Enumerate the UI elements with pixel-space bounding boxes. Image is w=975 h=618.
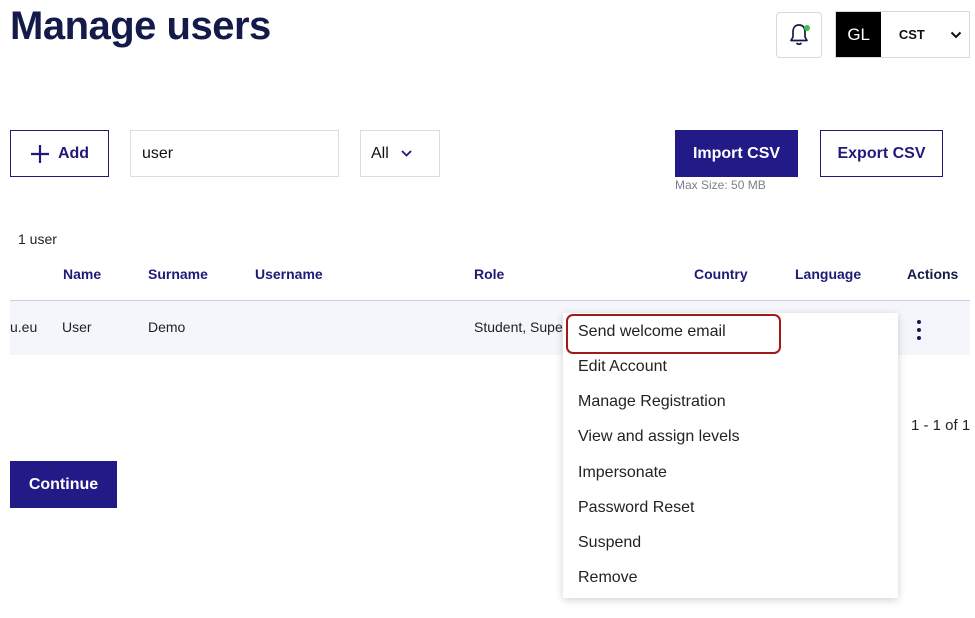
row-actions-menu: Send welcome email Edit Account Manage R… xyxy=(563,313,898,598)
menu-item-remove[interactable]: Remove xyxy=(578,569,638,587)
cell-email: u.eu xyxy=(10,319,38,335)
menu-item-impersonate[interactable]: Impersonate xyxy=(578,464,667,482)
timezone-label: CST xyxy=(898,27,925,42)
menu-item-password-reset[interactable]: Password Reset xyxy=(578,499,695,517)
search-input[interactable] xyxy=(130,130,339,177)
cell-role: Student, Supe xyxy=(474,319,563,335)
avatar: GL xyxy=(836,12,882,57)
menu-item-edit-account[interactable]: Edit Account xyxy=(578,358,667,376)
column-header-username[interactable]: Username xyxy=(255,266,323,282)
cell-name: User xyxy=(62,319,92,335)
page-title: Manage users xyxy=(10,4,271,48)
pagination-info: 1 - 1 of 1 xyxy=(911,417,971,434)
notifications-button[interactable] xyxy=(776,12,822,58)
filter-value: All xyxy=(371,144,389,162)
notification-dot xyxy=(804,25,810,31)
import-size-hint: Max Size: 50 MB xyxy=(675,178,766,192)
column-header-language[interactable]: Language xyxy=(795,266,861,282)
user-count: 1 user xyxy=(18,231,57,247)
filter-select[interactable]: All xyxy=(360,130,440,177)
column-header-name[interactable]: Name xyxy=(63,266,101,282)
add-button-label: Add xyxy=(57,144,90,162)
menu-item-view-assign-levels[interactable]: View and assign levels xyxy=(578,428,740,446)
chevron-down-icon xyxy=(401,150,412,157)
user-menu[interactable]: GL CST xyxy=(835,11,970,58)
column-header-actions: Actions xyxy=(907,266,959,282)
plus-icon xyxy=(30,144,49,163)
column-header-role[interactable]: Role xyxy=(474,266,504,282)
column-header-country[interactable]: Country xyxy=(694,266,748,282)
kebab-dot xyxy=(917,328,921,332)
import-csv-button[interactable]: Import CSV xyxy=(675,130,798,177)
export-csv-button[interactable]: Export CSV xyxy=(820,130,943,177)
column-header-surname[interactable]: Surname xyxy=(148,266,208,282)
menu-item-send-welcome-email[interactable]: Send welcome email xyxy=(578,323,726,341)
cell-surname: Demo xyxy=(148,319,186,335)
add-user-button[interactable]: Add xyxy=(10,130,109,177)
row-actions-button[interactable] xyxy=(908,316,930,344)
menu-item-manage-registration[interactable]: Manage Registration xyxy=(578,393,726,411)
chevron-down-icon[interactable] xyxy=(942,31,969,39)
kebab-dot xyxy=(917,336,921,340)
menu-item-suspend[interactable]: Suspend xyxy=(578,534,641,552)
continue-button[interactable]: Continue xyxy=(10,461,117,508)
kebab-dot xyxy=(917,320,921,324)
